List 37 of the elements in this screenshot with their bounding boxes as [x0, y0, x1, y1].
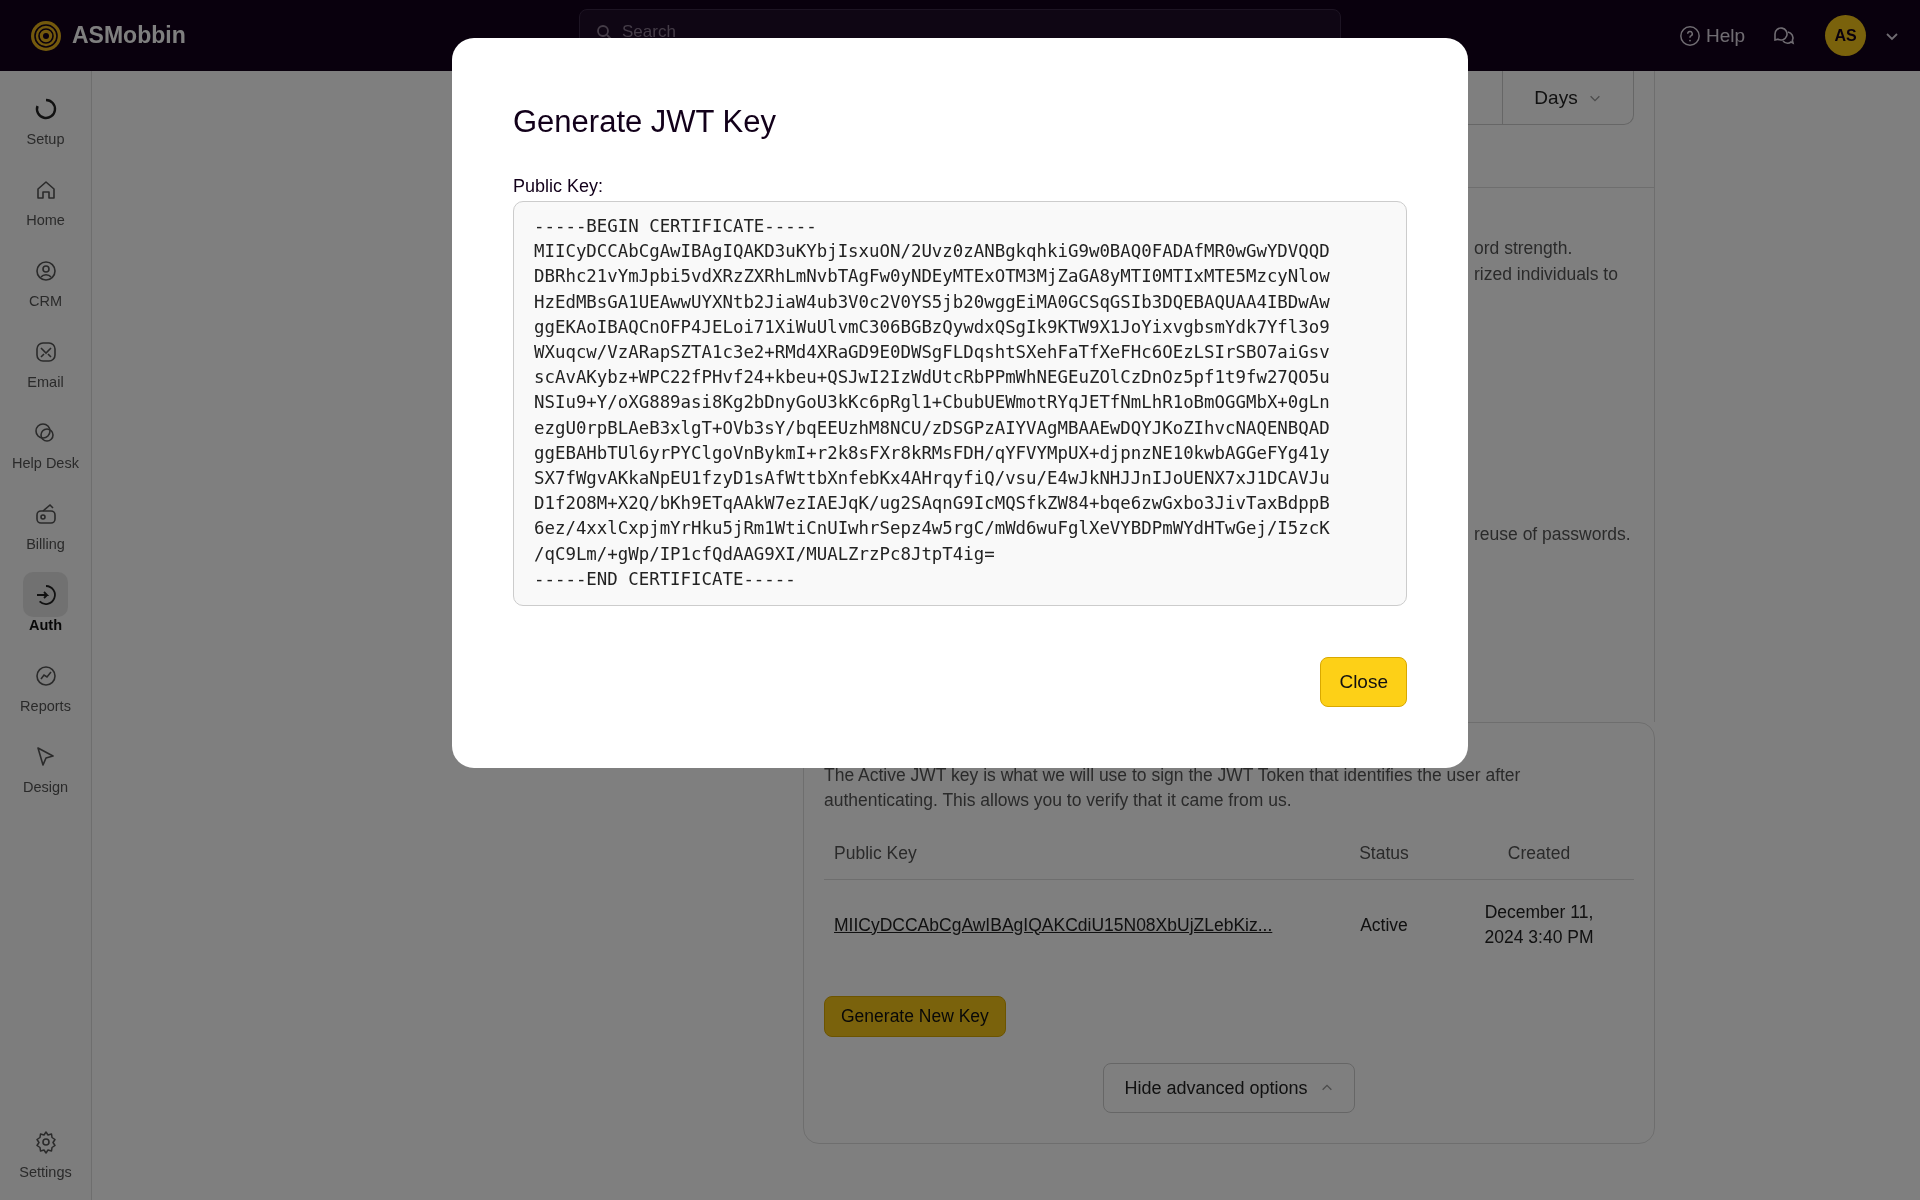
- sidebar-item[interactable]: Email: [23, 329, 68, 410]
- generate-key-button[interactable]: Generate New Key: [824, 996, 1006, 1037]
- field-label: Public Key:: [513, 176, 605, 197]
- logo-icon: [30, 19, 62, 52]
- person-icon: [33, 258, 58, 283]
- public-key-field[interactable]: -----BEGIN CERTIFICATE----- MIICyDCCAbCgAwIBAgIQAKD3uKYbjIsxuON/2Uvz0zANBgkqhkiG9w0BAQ0FADAfMR0wGwYDVQQD DBRhc21vYmJpbi5vdXRzZXRhLmNvbTAgFw0yNDEyMTExOTM3MjZaGA8yMTI0MTIxMTE5MzcyNlow HzEdMBsGA1UEAwwUYXNtb2JiaW4ub3V0c2V0YS5jb20wggEiMA0GCSqGSIb3DQEBAQUAA4IBDwAw ggEKAoIBAQCnOFP4JELoi71XiWuUlvmC306BGBzQywdxQSgIk9KTW9X1JoYixvgbsmYdk7Yfl3o9 WXuqcw/VzARapSZTA1c3e2+RMd4XRaGD9E0DWSgFLDqshtSXehFaTfXeFHc6OEzLSIrSBO7aiGsv scAvAKybz+WPC22fPHvf24+kbeu+QSJwI2IzWdUtcRbPPmWhNEGEuZOlCzDnOz5pf1t9fw27QO5u NSIu9+Y/oXG889asi8Kg2bDnyGoU3kKc6pRgl1+CbubUEWmotRYqJETfNmLhR1oBmOGGMbX+0gLn ezgU0rpBLAeB3xlgT+OVb3sY/bqEEUzhM8NCU/zDSGPzAIYVAgMBAAEwDQYJKoZIhvcNAQENBQAD ggEBAHbTUl6yrPYClgoVnBykmI+r2k8sFXr8kRMsFDH/qYFVYMpUX+djpnzNE10kwbAGGeFYg41y SX7fWgvAKkaNpEU1fzyD1sAfWttbXnfebKx4AHrqyfiQ/vsu/E4wJkNHJJnIJoUENX7xJ1DCAVJu D1f2O8M+X2Q/bKh9ETqAAkW7ezIAEJqK/ug2SAqnG9IcMQSfkZW84+bqe6zwGxbo3JivTaxBdppB 6ez/4xxlCxpjmYrHku5jRm1WtiCnUIwhrSepz4w5rgC/mWd6wuFglXeVYBDPmWYdHTwGej/I5zcK /qC9Lm/+gWp/IP1cfQdAAG9XI/MUALZrzPc8JtpT4ig= -----END CERTIFICATE-----: [513, 201, 1407, 606]
- modal-title: Generate JWT Key: [513, 104, 778, 140]
- sidebar-item[interactable]: Reports: [20, 653, 71, 734]
- settings-icon: [33, 1129, 58, 1154]
- policy-text: reuse of passwords.: [1474, 523, 1631, 546]
- column-header: Public Key: [833, 842, 918, 864]
- sidebar-item[interactable]: CRM: [23, 248, 68, 329]
- sidebar-item[interactable]: Billing: [23, 491, 68, 572]
- table-cell-text: Active: [1359, 914, 1409, 936]
- policy-text: ord strength.: [1474, 237, 1573, 260]
- sidebar-item[interactable]: Home: [23, 167, 68, 248]
- card-description: The Active JWT key is what we will use to sign the JWT Token that identifies the user after authenticating. This allows you to verify that it came from us.: [824, 764, 1522, 812]
- user-avatar[interactable]: AS: [1825, 15, 1866, 56]
- days-select[interactable]: Days: [1502, 71, 1633, 124]
- help-link[interactable]: Help: [1678, 24, 1745, 47]
- chart-icon: [33, 663, 58, 688]
- table-cell-text: December 11, 2024 3:40 PM: [1483, 901, 1595, 949]
- sidebar-item[interactable]: Help Desk: [12, 410, 79, 491]
- help-icon: [1678, 24, 1701, 47]
- settings-item[interactable]: Settings: [19, 1119, 72, 1200]
- public-key-link[interactable]: MIICyDCCAbCgAwIBAgIQAKCdiU15N08XbUjZLebKiz...: [824, 914, 1324, 936]
- search-icon: [596, 23, 612, 40]
- spinner-icon: [33, 96, 58, 121]
- policy-text: rized individuals to: [1474, 263, 1618, 286]
- column-header: Created: [1506, 841, 1572, 865]
- sidebar-item[interactable]: Setup: [23, 86, 68, 167]
- app-name: ASMobbin: [72, 22, 186, 49]
- mail-icon: [33, 339, 58, 364]
- advanced-options-button[interactable]: Hide advanced options: [1103, 1063, 1355, 1113]
- close-button[interactable]: Close: [1320, 657, 1407, 707]
- column-header: Status: [1358, 842, 1410, 864]
- sidebar-item[interactable]: Design: [22, 734, 69, 815]
